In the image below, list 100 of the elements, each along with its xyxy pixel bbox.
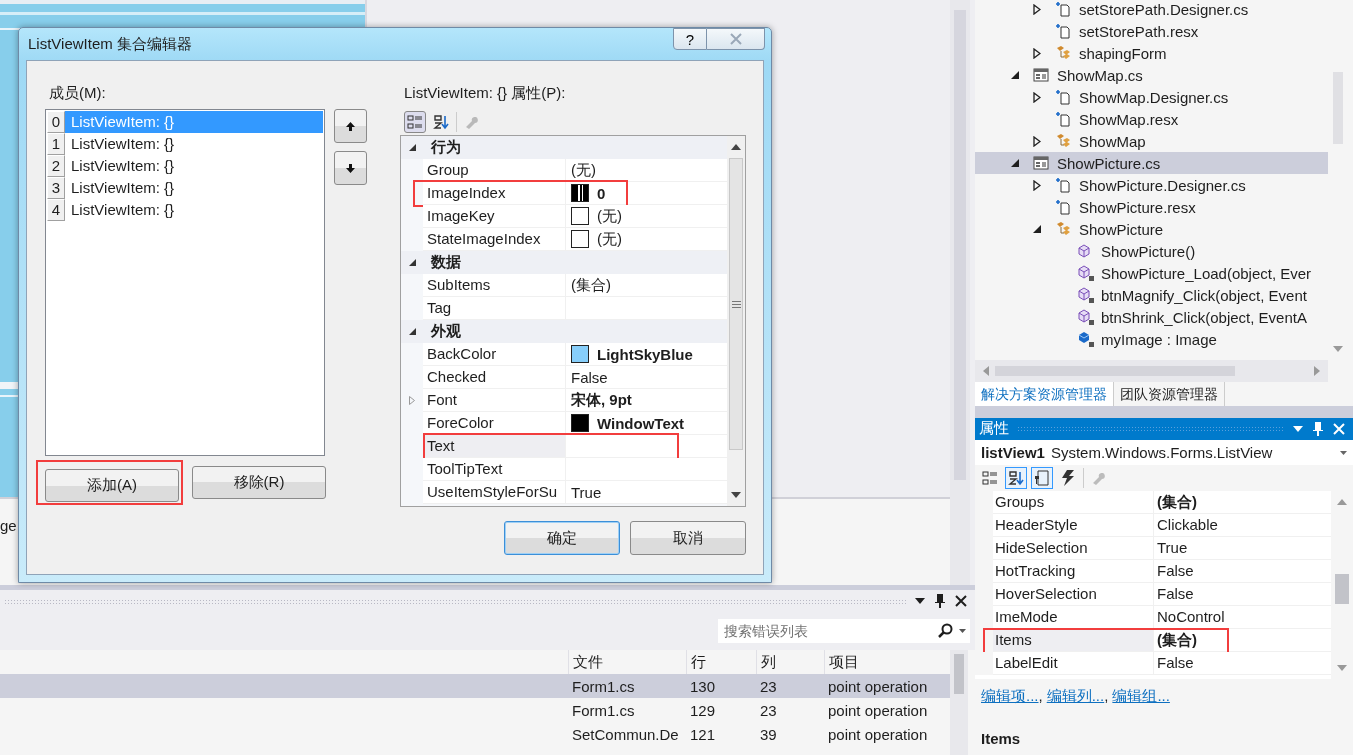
- table-row[interactable]: Form1.cs 129 23 point operation: [0, 698, 950, 722]
- dialog-button[interactable]: 确定: [504, 521, 620, 555]
- value-cell[interactable]: (无): [566, 205, 727, 228]
- property-row[interactable]: HideSelection True: [975, 537, 1331, 561]
- property-row[interactable]: Group (无): [401, 159, 727, 182]
- tree-item[interactable]: ShowPicture.Designer.cs: [975, 174, 1328, 196]
- tab[interactable]: 解决方案资源管理器: [975, 382, 1114, 406]
- property-row[interactable]: StateImageIndex (无): [401, 228, 727, 251]
- property-name[interactable]: SubItems: [423, 274, 566, 297]
- list-item[interactable]: ListViewItem: {}: [65, 177, 323, 199]
- value-cell[interactable]: WindowText: [566, 412, 727, 435]
- property-row[interactable]: UseItemStyleForSu True: [401, 481, 727, 504]
- property-value[interactable]: (集合): [1154, 629, 1331, 653]
- property-row[interactable]: ImeMode NoControl: [975, 606, 1331, 630]
- list-item[interactable]: ListViewItem: {}: [65, 199, 323, 221]
- property-value[interactable]: False: [1154, 560, 1331, 584]
- property-row[interactable]: Items (集合): [975, 629, 1331, 653]
- property-value[interactable]: (集合): [1154, 491, 1331, 515]
- property-name[interactable]: ImeMode: [993, 606, 1154, 630]
- property-name[interactable]: Tag: [423, 297, 566, 320]
- property-name[interactable]: Items: [993, 629, 1154, 653]
- property-value[interactable]: True: [1154, 537, 1331, 561]
- property-row[interactable]: BackColor LightSkyBlue: [401, 343, 727, 366]
- property-name[interactable]: ToolTipText: [423, 458, 566, 481]
- value-cell[interactable]: (无): [566, 228, 727, 251]
- list-item[interactable]: ListViewItem: {}: [65, 133, 323, 155]
- toolbar-button[interactable]: [1005, 467, 1027, 490]
- property-row[interactable]: Tag: [401, 297, 727, 320]
- property-name[interactable]: Font: [423, 389, 566, 412]
- tree-item[interactable]: ShowMap: [975, 130, 1328, 152]
- value-cell[interactable]: [566, 435, 727, 458]
- property-name[interactable]: Checked: [423, 366, 566, 389]
- property-name[interactable]: ImageIndex: [423, 182, 566, 205]
- property-row[interactable]: ImageKey (无): [401, 205, 727, 228]
- splitter-bar[interactable]: [0, 585, 975, 590]
- object-selector[interactable]: listView1 System.Windows.Forms.ListView: [975, 439, 1353, 466]
- tree-item[interactable]: ShowMap.resx: [975, 108, 1328, 130]
- property-row[interactable]: HeaderStyle Clickable: [975, 514, 1331, 538]
- value-cell[interactable]: LightSkyBlue: [566, 343, 727, 366]
- remove-button[interactable]: 移除(R): [192, 466, 326, 499]
- property-row[interactable]: Checked False: [401, 366, 727, 389]
- property-row[interactable]: SubItems (集合): [401, 274, 727, 297]
- category-row[interactable]: 行为: [401, 136, 727, 159]
- property-name[interactable]: Groups: [993, 491, 1154, 515]
- property-name[interactable]: LabelEdit: [993, 652, 1154, 676]
- link[interactable]: 编辑项...: [981, 687, 1039, 706]
- property-name[interactable]: ImageKey: [423, 205, 566, 228]
- move-down-button[interactable]: [334, 151, 367, 185]
- move-up-button[interactable]: [334, 109, 367, 143]
- property-name[interactable]: Group: [423, 159, 566, 182]
- value-cell[interactable]: False: [566, 366, 727, 389]
- category-row[interactable]: 外观: [401, 320, 727, 343]
- property-name[interactable]: Text: [423, 435, 566, 458]
- value-cell[interactable]: 0: [566, 182, 727, 205]
- scrollbar-thumb[interactable]: [729, 158, 743, 450]
- tree-item[interactable]: btnShrink_Click(object, EventA: [975, 306, 1328, 328]
- property-name[interactable]: HideSelection: [993, 537, 1154, 561]
- property-row[interactable]: ToolTipText: [401, 458, 727, 481]
- tree-item[interactable]: ShowPicture.resx: [975, 196, 1328, 218]
- value-cell[interactable]: 宋体, 9pt: [566, 389, 727, 412]
- tree-item[interactable]: setStorePath.resx: [975, 20, 1328, 42]
- scrollbar[interactable]: [975, 360, 1328, 382]
- property-name[interactable]: HeaderStyle: [993, 514, 1154, 538]
- tree-item[interactable]: ShowPicture_Load(object, Ever: [975, 262, 1328, 284]
- property-value[interactable]: False: [1154, 652, 1331, 676]
- help-button[interactable]: ?: [673, 28, 707, 50]
- scrollbar[interactable]: [950, 0, 970, 585]
- property-row[interactable]: ForeColor WindowText: [401, 412, 727, 435]
- value-cell[interactable]: (集合): [566, 274, 727, 297]
- close-button[interactable]: [707, 28, 765, 50]
- property-name[interactable]: UseItemStyleForSu: [423, 481, 566, 504]
- scrollbar-thumb[interactable]: [954, 654, 964, 694]
- dialog-button[interactable]: 取消: [630, 521, 746, 555]
- table-row[interactable]: SetCommun.De 121 39 point operation: [0, 722, 950, 746]
- search-box[interactable]: 搜索错误列表: [718, 619, 970, 643]
- tree-item[interactable]: ShowPicture(): [975, 240, 1328, 262]
- link[interactable]: 编辑组...: [1112, 687, 1170, 706]
- category-row[interactable]: 数据: [401, 251, 727, 274]
- value-cell[interactable]: [566, 458, 727, 481]
- splitter-bar[interactable]: [975, 406, 1353, 418]
- tree-item[interactable]: ShowMap.Designer.cs: [975, 86, 1328, 108]
- tree-item[interactable]: ShowMap.cs: [975, 64, 1328, 86]
- property-row[interactable]: HotTracking False: [975, 560, 1331, 584]
- tree-item[interactable]: ShowPicture.cs: [975, 152, 1328, 174]
- value-cell[interactable]: (无): [566, 159, 727, 182]
- property-name[interactable]: BackColor: [423, 343, 566, 366]
- property-value[interactable]: Clickable: [1154, 514, 1331, 538]
- scrollbar[interactable]: [727, 136, 745, 506]
- property-value[interactable]: NoControl: [1154, 606, 1331, 630]
- scrollbar-thumb[interactable]: [1335, 574, 1349, 605]
- search-field[interactable]: 搜索错误列表: [718, 622, 931, 640]
- tree-item[interactable]: btnMagnify_Click(object, Event: [975, 284, 1328, 306]
- table-row[interactable]: Form1.cs 130 23 point operation: [0, 674, 950, 698]
- property-name[interactable]: StateImageIndex: [423, 228, 566, 251]
- list-item[interactable]: ListViewItem: {}: [65, 155, 323, 177]
- property-row[interactable]: HoverSelection False: [975, 583, 1331, 607]
- tree-item[interactable]: setStorePath.Designer.cs: [975, 0, 1328, 20]
- property-row[interactable]: Font 宋体, 9pt: [401, 389, 727, 412]
- tree-item[interactable]: shapingForm: [975, 42, 1328, 64]
- toolbar-button[interactable]: [1031, 467, 1053, 490]
